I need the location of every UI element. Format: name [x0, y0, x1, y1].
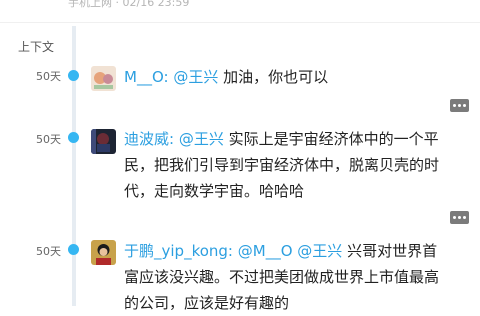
timeline-dot [68, 70, 79, 81]
message-text: 于鹏_yip_kong: @M__O @王兴 兴哥对世界首富应该没兴趣。不过把美… [124, 238, 450, 316]
context-label: 上下文 [18, 40, 55, 54]
mention-link[interactable]: @王兴 [173, 68, 218, 86]
timeline-dot [68, 132, 79, 143]
divider [0, 22, 480, 23]
mention-link[interactable]: @王兴 [297, 242, 342, 260]
avatar[interactable] [91, 66, 116, 91]
mention-link[interactable]: @M__O [238, 242, 293, 260]
top-meta: 手机上网 · 02/16 23:59 [68, 0, 190, 9]
timestamp: 50天 [36, 70, 61, 83]
message-text: M__O: @王兴 加油，你也可以 [124, 64, 450, 90]
username[interactable]: 于鹏_yip_kong: [124, 242, 233, 260]
more-button[interactable] [450, 211, 469, 224]
more-button[interactable] [450, 99, 469, 112]
avatar[interactable] [91, 129, 116, 154]
timeline-line [72, 26, 76, 306]
timestamp: 50天 [36, 133, 61, 146]
username[interactable]: 迪波威: [124, 130, 174, 148]
message-text: 迪波威: @王兴 实际上是宇宙经济体中的一个平民，把我们引导到宇宙经济体中，脱离… [124, 126, 450, 204]
timeline-dot [68, 244, 79, 255]
mention-link[interactable]: @王兴 [179, 130, 224, 148]
avatar[interactable] [91, 240, 116, 265]
username[interactable]: M__O: [124, 68, 169, 86]
comment-content: 加油，你也可以 [223, 68, 329, 86]
timestamp: 50天 [36, 245, 61, 258]
